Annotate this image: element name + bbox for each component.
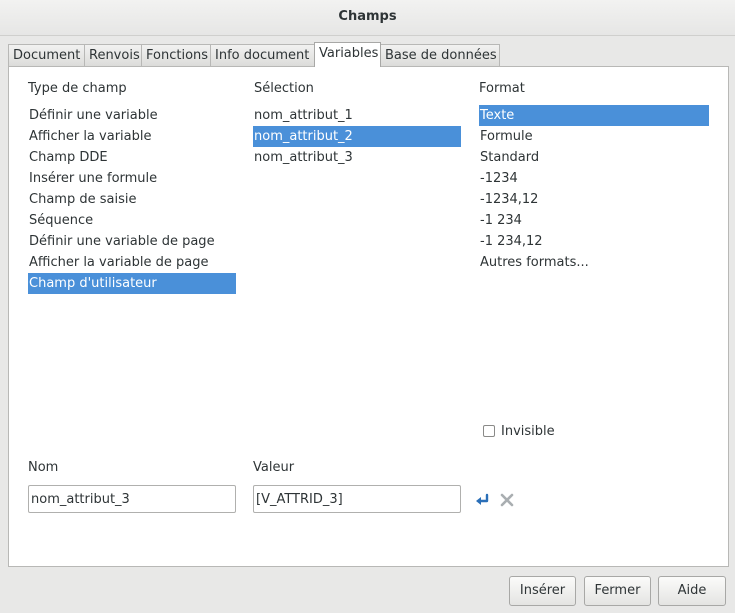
format-list[interactable]: Texte Formule Standard -1234 -1234,12 -1…	[479, 105, 709, 273]
selection-heading: Sélection	[254, 81, 314, 96]
list-item[interactable]: Autres formats...	[479, 252, 709, 273]
list-item[interactable]: Définir une variable de page	[28, 231, 236, 252]
tab-variables[interactable]: Variables	[314, 42, 381, 67]
insert-button[interactable]: Insérer	[509, 576, 576, 606]
list-item[interactable]: -1234,12	[479, 189, 709, 210]
list-item[interactable]: -1 234	[479, 210, 709, 231]
list-item[interactable]: -1234	[479, 168, 709, 189]
list-item[interactable]: -1 234,12	[479, 231, 709, 252]
valeur-input[interactable]	[253, 485, 461, 513]
variables-panel: Type de champ Définir une variable Affic…	[8, 66, 729, 567]
list-item[interactable]: Définir une variable	[28, 105, 236, 126]
list-item[interactable]: Insérer une formule	[28, 168, 236, 189]
title-bar: Champs	[0, 0, 735, 36]
tab-document[interactable]: Document	[8, 44, 85, 66]
valeur-label: Valeur	[253, 460, 295, 475]
list-item[interactable]: Texte	[479, 105, 709, 126]
nom-input[interactable]	[28, 485, 236, 513]
window-title: Champs	[338, 9, 397, 24]
selection-list[interactable]: nom_attribut_1 nom_attribut_2 nom_attrib…	[253, 105, 461, 168]
list-item[interactable]: Formule	[479, 126, 709, 147]
list-item[interactable]: nom_attribut_2	[253, 126, 461, 147]
list-item[interactable]: Champ DDE	[28, 147, 236, 168]
list-item[interactable]: Afficher la variable	[28, 126, 236, 147]
list-item[interactable]: Afficher la variable de page	[28, 252, 236, 273]
delete-x-icon[interactable]	[499, 492, 515, 508]
type-de-champ-heading: Type de champ	[28, 81, 127, 96]
format-heading: Format	[479, 81, 525, 96]
invisible-checkbox[interactable]	[483, 425, 495, 437]
list-item[interactable]: Champ de saisie	[28, 189, 236, 210]
tab-fonctions[interactable]: Fonctions	[141, 44, 211, 66]
nom-label: Nom	[28, 460, 59, 475]
close-button[interactable]: Fermer	[584, 576, 651, 606]
type-de-champ-list[interactable]: Définir une variable Afficher la variabl…	[28, 105, 236, 294]
help-button[interactable]: Aide	[658, 576, 726, 606]
list-item[interactable]: Séquence	[28, 210, 236, 231]
list-item[interactable]: nom_attribut_3	[253, 147, 461, 168]
list-item[interactable]: Champ d'utilisateur	[28, 273, 236, 294]
tab-renvois[interactable]: Renvois	[84, 44, 142, 66]
tab-info-document[interactable]: Info document	[210, 44, 315, 66]
invisible-label: Invisible	[501, 424, 555, 439]
list-item[interactable]: Standard	[479, 147, 709, 168]
tab-base-de-donnees[interactable]: Base de données	[380, 44, 500, 66]
list-item[interactable]: nom_attribut_1	[253, 105, 461, 126]
apply-arrow-icon[interactable]	[474, 492, 490, 508]
